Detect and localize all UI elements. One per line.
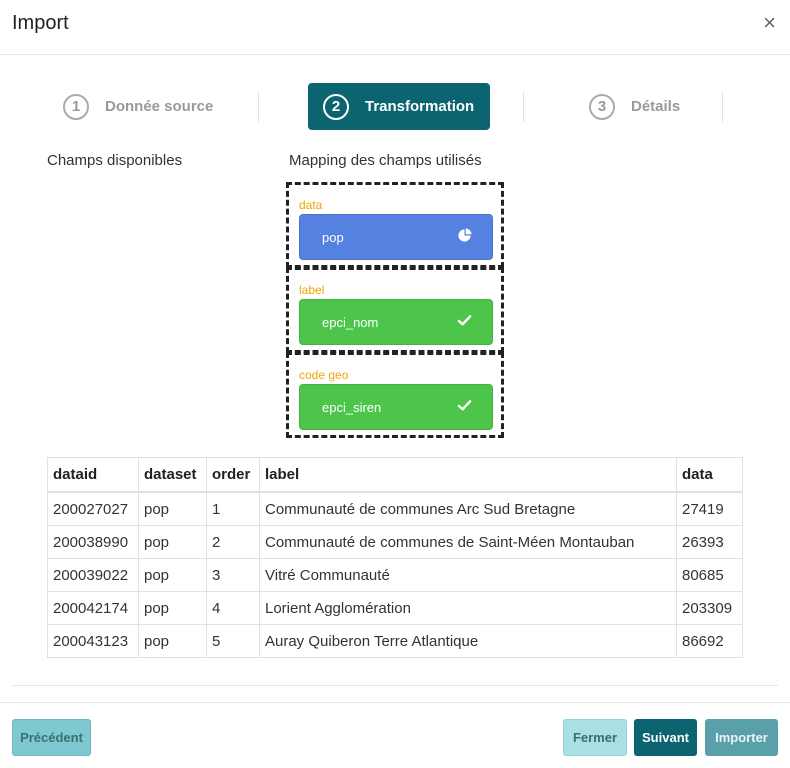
step-source[interactable]: 1 Donnée source (63, 83, 213, 130)
table-cell: 203309 (676, 591, 743, 625)
pie-chart-icon (457, 228, 472, 246)
dialog-title: Import (12, 12, 69, 34)
dialog-header: Import × (0, 0, 790, 55)
mapping-slot-label[interactable]: label epci_nom (286, 267, 504, 353)
step-label: Transformation (365, 98, 475, 115)
step-separator (722, 92, 723, 122)
column-header: label (259, 457, 677, 493)
table-row: 200043123 pop 5 Auray Quiberon Terre Atl… (47, 624, 743, 658)
table-cell: 200042174 (47, 591, 139, 625)
table-cell: Auray Quiberon Terre Atlantique (259, 624, 677, 658)
step-number: 3 (589, 93, 615, 120)
table-cell: 86692 (676, 624, 743, 658)
column-header: data (676, 457, 743, 493)
import-button[interactable]: Importer (705, 719, 778, 756)
footer-divider (0, 702, 790, 703)
table-cell: 80685 (676, 558, 743, 592)
table-header-row: dataid dataset order label data (47, 457, 743, 493)
close-icon[interactable]: × (763, 10, 776, 36)
mapping-heading: Mapping des champs utilisés (289, 152, 482, 169)
table-cell: 2 (206, 525, 260, 559)
table-cell: 200038990 (47, 525, 139, 559)
field-chip-pop[interactable]: pop (299, 214, 493, 260)
table-row: 200039022 pop 3 Vitré Communauté 80685 (47, 558, 743, 592)
table-cell: pop (138, 491, 207, 526)
step-separator (523, 92, 524, 122)
table-cell: 1 (206, 491, 260, 526)
field-chip-label: epci_nom (322, 314, 379, 330)
preview-table: dataid dataset order label data 20002702… (47, 457, 743, 658)
table-row: 200027027 pop 1 Communauté de communes A… (47, 491, 743, 526)
table-row: 200042174 pop 4 Lorient Agglomération 20… (47, 591, 743, 625)
table-cell: pop (138, 525, 207, 559)
table-cell: Lorient Agglomération (259, 591, 677, 625)
field-chip-epci-siren[interactable]: epci_siren (299, 384, 493, 430)
slot-label: code geo (299, 368, 349, 382)
table-cell: 200027027 (47, 491, 139, 526)
step-transformation[interactable]: 2 Transformation (308, 83, 491, 130)
next-button[interactable]: Suivant (634, 719, 697, 756)
check-icon (457, 313, 472, 331)
table-cell: Vitré Communauté (259, 558, 677, 592)
content-divider (12, 685, 778, 686)
table-cell: 200039022 (47, 558, 139, 592)
table-cell: 3 (206, 558, 260, 592)
column-header: dataid (47, 457, 139, 493)
field-chip-label: pop (322, 229, 344, 245)
close-button[interactable]: Fermer (563, 719, 627, 756)
table-cell: Communauté de communes de Saint-Méen Mon… (259, 525, 677, 559)
slot-label: label (299, 283, 325, 297)
table-cell: 200043123 (47, 624, 139, 658)
field-chip-label: epci_siren (322, 399, 382, 415)
mapping-slot-data[interactable]: data pop (286, 182, 504, 268)
step-label: Donnée source (105, 98, 214, 115)
slot-label: data (299, 198, 323, 212)
table-cell: 5 (206, 624, 260, 658)
step-number: 2 (323, 93, 349, 120)
step-label: Détails (631, 98, 681, 115)
table-cell: pop (138, 624, 207, 658)
table-cell: 4 (206, 591, 260, 625)
column-header: order (206, 457, 260, 493)
available-fields-heading: Champs disponibles (47, 152, 183, 169)
table-cell: 26393 (676, 525, 743, 559)
step-separator (258, 92, 259, 122)
table-cell: pop (138, 558, 207, 592)
table-cell: Communauté de communes Arc Sud Bretagne (259, 491, 677, 526)
table-row: 200038990 pop 2 Communauté de communes d… (47, 525, 743, 559)
mapping-slot-code-geo[interactable]: code geo epci_siren (286, 352, 504, 438)
table-cell: 27419 (676, 491, 743, 526)
step-number: 1 (63, 93, 89, 120)
check-icon (457, 398, 472, 416)
table-cell: pop (138, 591, 207, 625)
field-chip-epci-nom[interactable]: epci_nom (299, 299, 493, 345)
previous-button[interactable]: Précédent (12, 719, 91, 756)
step-details[interactable]: 3 Détails (589, 83, 680, 130)
column-header: dataset (138, 457, 207, 493)
